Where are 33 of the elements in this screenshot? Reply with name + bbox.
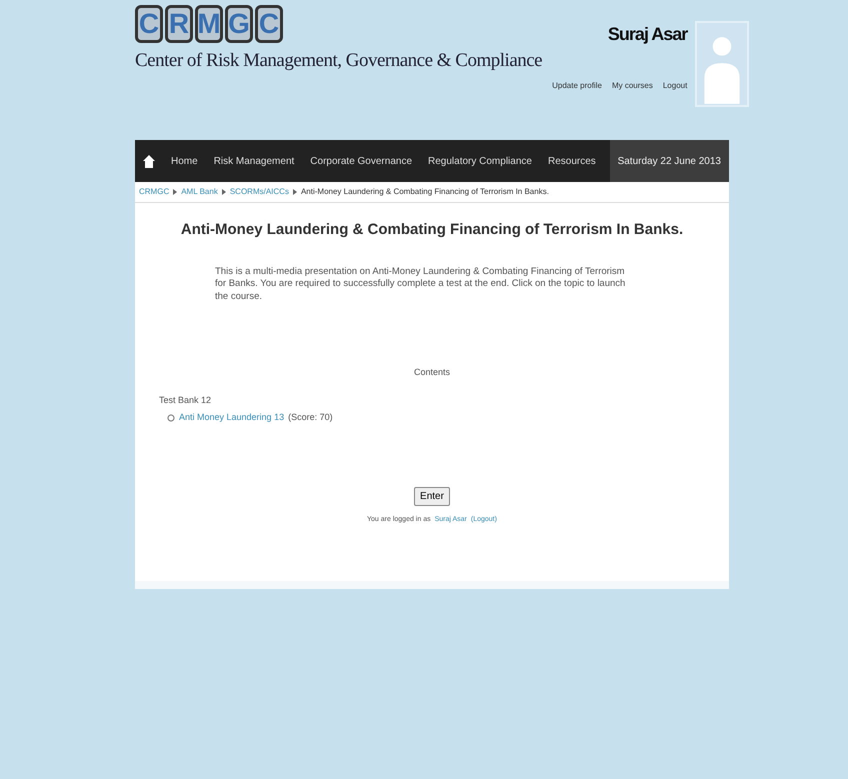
tree-group-label: Test Bank 12 <box>159 394 212 408</box>
user-link[interactable]: My courses <box>612 81 653 90</box>
breadcrumb-separator-icon <box>173 188 178 195</box>
breadcrumb-current: Anti-Money Laundering & Combating Financing of Terrorism In Banks. <box>300 187 549 196</box>
score-label: (Score: 70) <box>288 411 333 424</box>
date-label: Saturday 22 June 2013 <box>610 140 729 182</box>
user-link[interactable]: Logout <box>662 81 688 90</box>
nav-link[interactable]: Risk Management <box>214 154 294 168</box>
avatar-icon <box>695 21 750 107</box>
course-description: This is a multi-media presentation on Anti-Money Laundering & Combating Financing of Terrorism for Banks. You are required to successfully complete a test at the end. Click on the topic to launch the course. <box>215 266 626 304</box>
nav-link[interactable]: Corporate Governance <box>310 154 412 168</box>
nav-link[interactable]: Regulatory Compliance <box>428 154 532 168</box>
breadcrumb-separator-icon <box>222 188 226 195</box>
logo-letter: R <box>165 5 193 43</box>
user-link[interactable]: Update profile <box>552 81 602 90</box>
course-title: Anti-Money Laundering & Combating Financing of Terrorism In Banks. <box>180 220 684 240</box>
enter-button[interactable]: Enter <box>414 486 450 506</box>
logo-letter: M <box>195 5 223 43</box>
breadcrumb-separator-icon <box>292 188 297 195</box>
breadcrumb-link[interactable]: AML Bank <box>181 187 218 196</box>
site-title: Center of Risk Management, Governance & Compliance <box>135 49 542 73</box>
breadcrumb-link[interactable]: SCORMs/AICCs <box>230 187 289 196</box>
contents-heading: Contents <box>412 366 452 379</box>
logo-letter: C <box>135 5 163 43</box>
user-name: Suraj Asar <box>606 23 688 46</box>
logo-letter: G <box>225 5 253 43</box>
breadcrumb-link[interactable]: CRMGC <box>139 187 170 196</box>
topic-link[interactable]: Anti Money Laundering 13 <box>179 411 284 425</box>
nav-link[interactable]: Resources <box>548 154 596 168</box>
bullet-icon <box>167 414 175 422</box>
logo-letter: C <box>255 5 283 43</box>
home-icon[interactable] <box>143 154 155 168</box>
nav-link[interactable]: Home <box>171 154 198 168</box>
